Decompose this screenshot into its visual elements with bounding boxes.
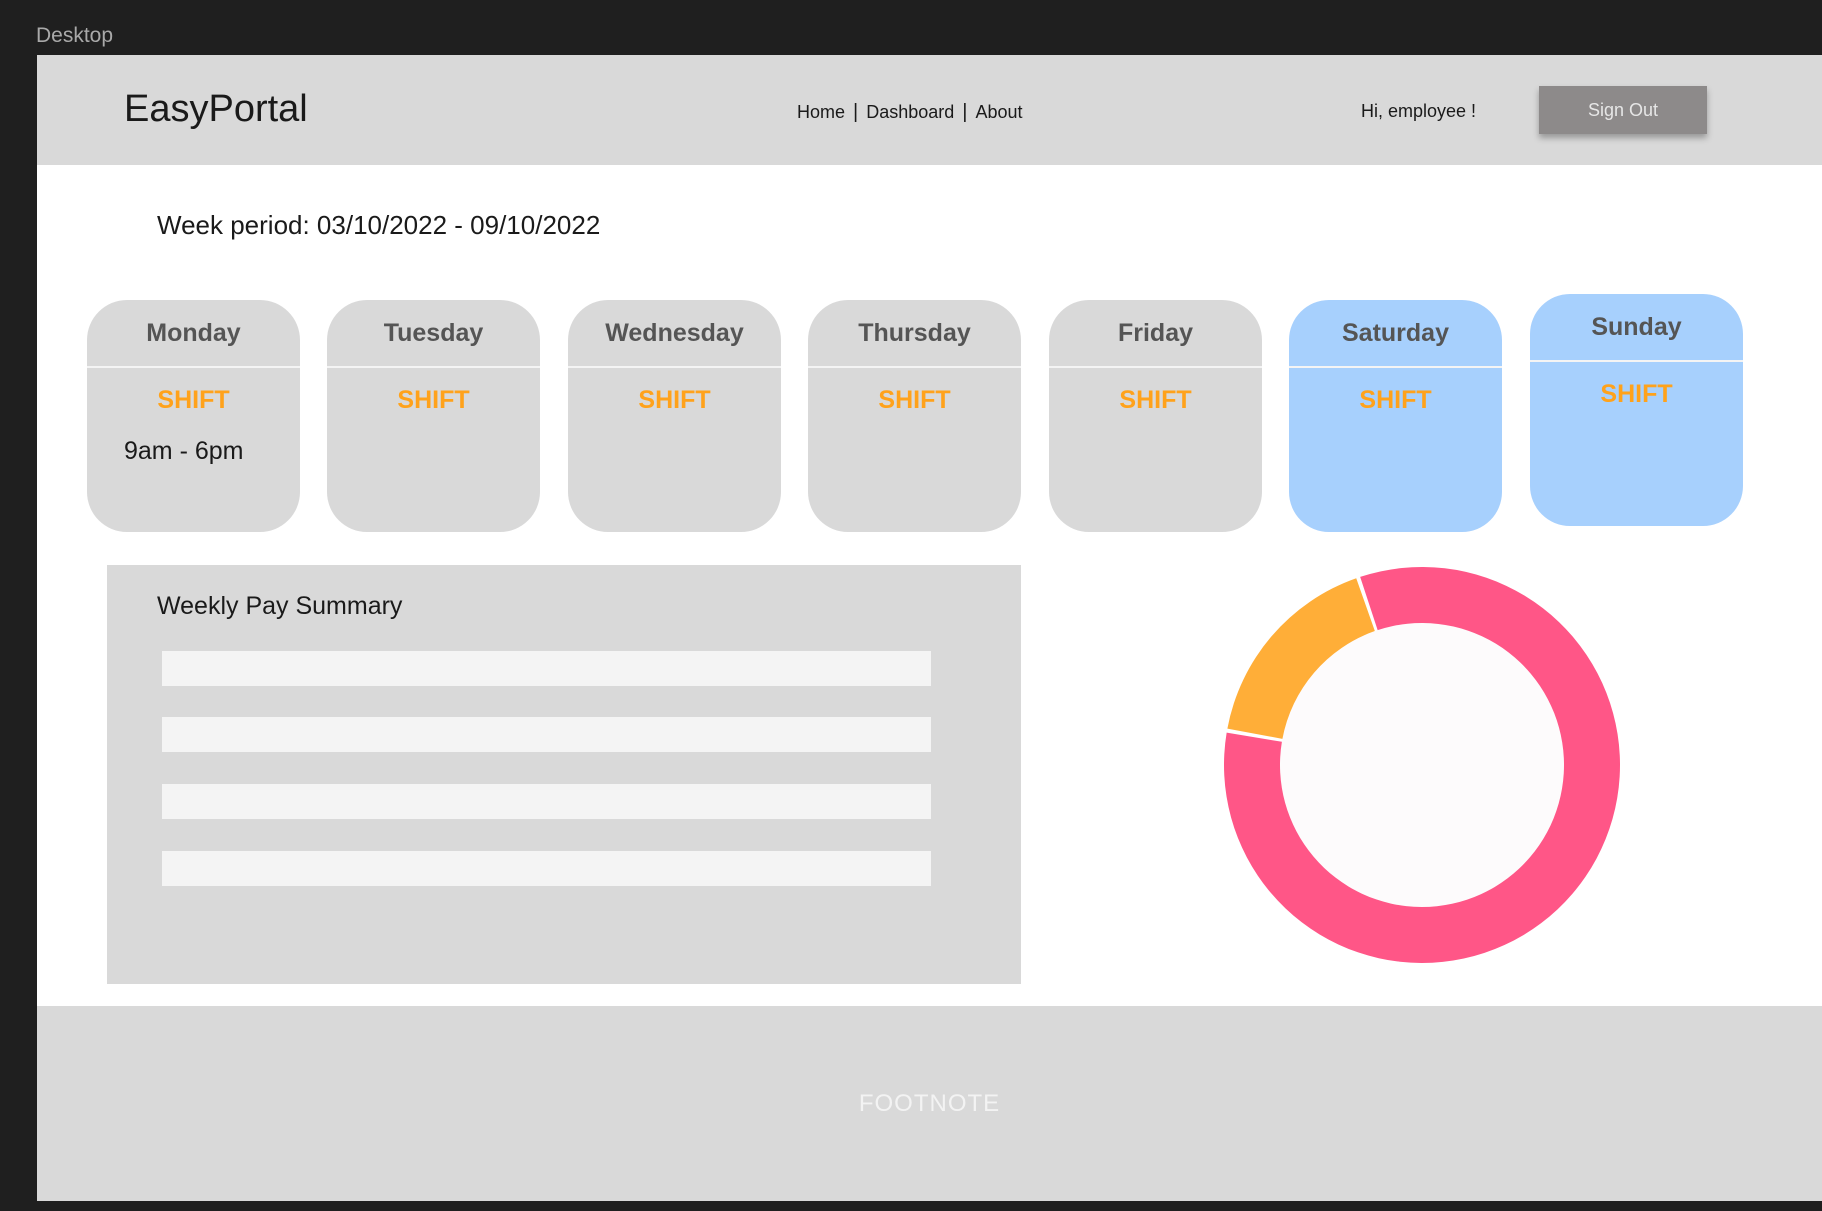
shift-label: SHIFT <box>1600 380 1673 408</box>
sign-out-button[interactable]: Sign Out <box>1539 86 1707 134</box>
weekly-pay-summary: Weekly Pay Summary <box>107 565 1021 984</box>
donut-center <box>1280 623 1564 907</box>
day-name: Tuesday <box>327 300 540 368</box>
shift-label: SHIFT <box>1359 386 1432 414</box>
day-card-friday[interactable]: Friday SHIFT <box>1049 300 1262 532</box>
day-card-thursday[interactable]: Thursday SHIFT <box>808 300 1021 532</box>
pay-donut-chart <box>1224 567 1620 964</box>
nav-link-dashboard[interactable]: Dashboard <box>866 102 954 123</box>
pay-summary-row <box>162 717 931 752</box>
pay-summary-title: Weekly Pay Summary <box>157 592 403 620</box>
day-name: Saturday <box>1289 300 1502 368</box>
shift-label: SHIFT <box>878 386 951 414</box>
nav-link-about[interactable]: About <box>975 102 1022 123</box>
shift-label: SHIFT <box>157 386 230 414</box>
nav-separator: | <box>962 101 968 123</box>
day-card-monday[interactable]: Monday SHIFT 9am - 6pm <box>87 300 300 532</box>
navbar: EasyPortal Home | Dashboard | About Hi, … <box>37 55 1822 165</box>
shift-time: 9am - 6pm <box>124 437 244 465</box>
day-name: Sunday <box>1530 294 1743 362</box>
nav-links: Home | Dashboard | About <box>797 101 1023 124</box>
nav-link-home[interactable]: Home <box>797 102 845 123</box>
day-name: Monday <box>87 300 300 368</box>
shift-label: SHIFT <box>638 386 711 414</box>
nav-separator: | <box>853 101 859 123</box>
day-card-wednesday[interactable]: Wednesday SHIFT <box>568 300 781 532</box>
footnote: FOOTNOTE <box>858 1090 1001 1117</box>
day-card-tuesday[interactable]: Tuesday SHIFT <box>327 300 540 532</box>
desktop-frame: EasyPortal Home | Dashboard | About Hi, … <box>37 55 1822 1201</box>
day-name: Wednesday <box>568 300 781 368</box>
day-card-saturday[interactable]: Saturday SHIFT <box>1289 300 1502 532</box>
frame-label: Desktop <box>36 24 114 47</box>
day-name: Friday <box>1049 300 1262 368</box>
day-name: Thursday <box>808 300 1021 368</box>
brand-logo[interactable]: EasyPortal <box>124 88 308 131</box>
pay-summary-row <box>162 851 931 886</box>
shift-label: SHIFT <box>397 386 470 414</box>
day-card-sunday[interactable]: Sunday SHIFT <box>1530 294 1743 526</box>
pay-summary-row <box>162 784 931 819</box>
shift-label: SHIFT <box>1119 386 1192 414</box>
footer: FOOTNOTE <box>37 1006 1822 1201</box>
user-greeting: Hi, employee ! <box>1361 101 1477 121</box>
pay-summary-row <box>162 651 931 686</box>
week-period: Week period: 03/10/2022 - 09/10/2022 <box>157 210 601 240</box>
